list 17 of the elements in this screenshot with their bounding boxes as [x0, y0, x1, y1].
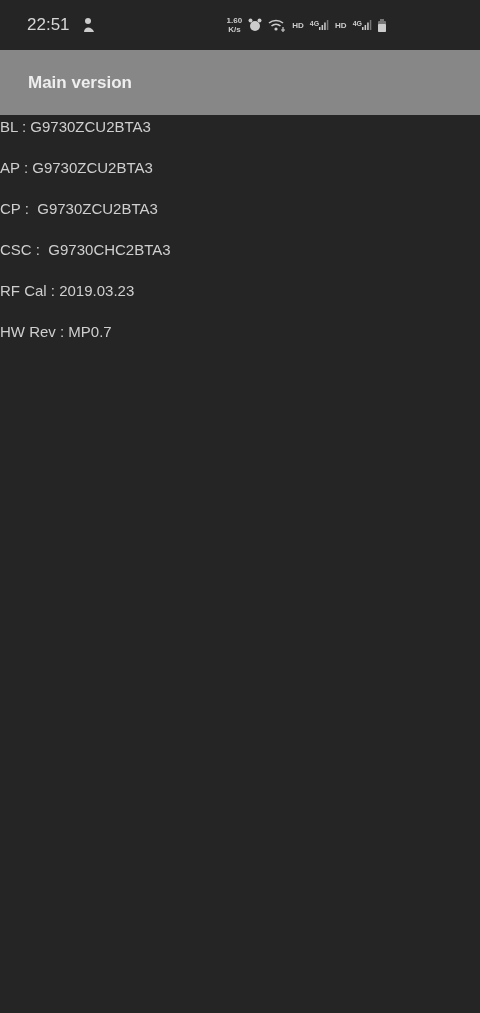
signal-icon — [319, 20, 330, 30]
figure-icon — [81, 17, 96, 33]
speed-value: 1.60 — [226, 16, 243, 25]
version-line: CSC : G9730CHC2BTA3 — [0, 241, 171, 260]
hd-label: HD — [292, 20, 304, 30]
version-line: CP : G9730ZCU2BTA3 — [0, 200, 158, 219]
version-line: AP : G9730ZCU2BTA3 — [0, 159, 153, 178]
wifi-icon — [268, 18, 287, 32]
signal-icon — [362, 20, 372, 30]
battery-icon — [378, 18, 386, 32]
version-line: BL : G9730ZCU2BTA3 — [0, 118, 151, 137]
app-bar-title: Main version — [28, 72, 132, 93]
speed-unit: K/s — [228, 25, 241, 34]
version-line: RF Cal : 2019.03.23 — [0, 282, 135, 301]
status-time: 22:51 — [27, 15, 70, 35]
hd-label: HD — [335, 20, 347, 30]
version-line: HW Rev : MP0.7 — [0, 323, 112, 342]
